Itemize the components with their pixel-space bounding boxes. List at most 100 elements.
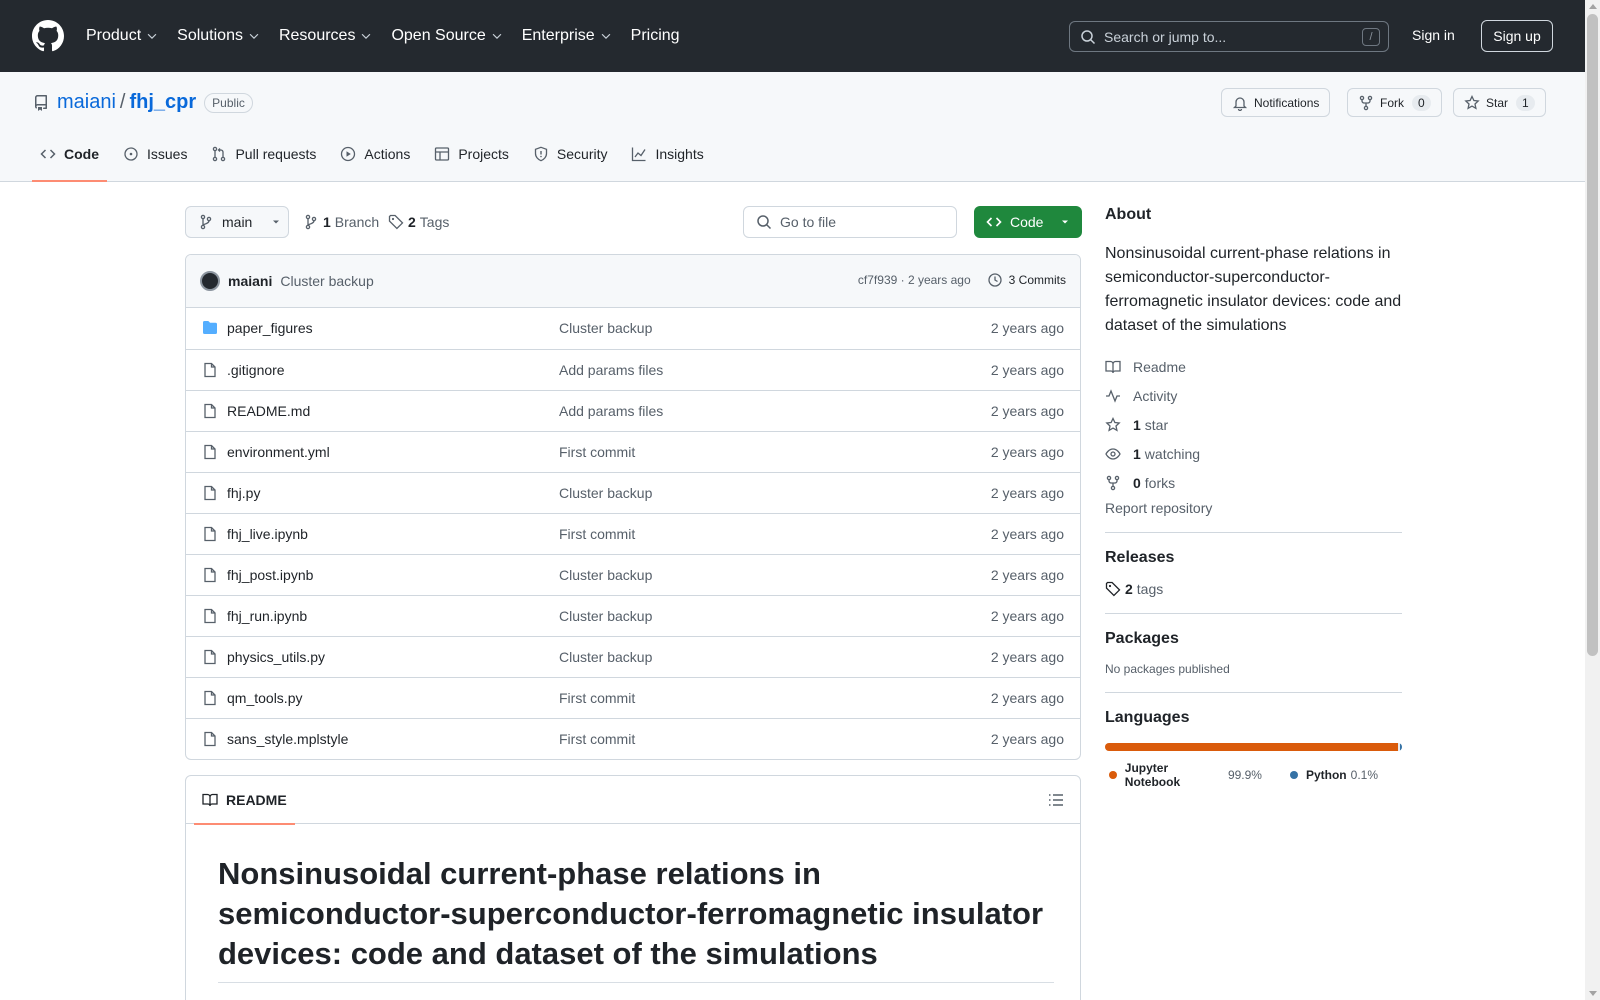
sign-up-button[interactable]: Sign up: [1481, 20, 1553, 52]
notifications-button[interactable]: Notifications: [1221, 88, 1331, 117]
file-commit-message-link[interactable]: First commit: [559, 731, 635, 747]
language-item[interactable]: Python 0.1%: [1286, 761, 1378, 789]
file-commit-message-link[interactable]: First commit: [559, 444, 635, 460]
file-name-link[interactable]: environment.yml: [227, 444, 330, 460]
file-commit-age: 2 years ago: [990, 403, 1064, 419]
book-icon: [1105, 360, 1121, 373]
file-commit-message-link[interactable]: Add params files: [559, 362, 663, 378]
stars-link[interactable]: 1 star: [1105, 410, 1402, 439]
activity-link[interactable]: Activity: [1105, 381, 1402, 410]
scroll-down-arrow-icon[interactable]: [1589, 991, 1597, 996]
tags-link[interactable]: 2 Tags: [388, 214, 449, 230]
book-icon: [202, 793, 218, 807]
nav-item-product[interactable]: Product: [86, 27, 159, 45]
table-of-contents-icon[interactable]: [1048, 792, 1064, 808]
file-name-link[interactable]: README.md: [227, 403, 310, 419]
packages-title[interactable]: Packages: [1105, 630, 1402, 648]
release-tags-count: 2: [1125, 581, 1133, 597]
branches-link[interactable]: 1 Branch: [303, 214, 379, 230]
forks-link[interactable]: 0 forks: [1105, 468, 1402, 497]
fork-label: Fork: [1380, 95, 1404, 110]
code-dropdown-button[interactable]: Code: [974, 206, 1082, 238]
file-icon: [204, 649, 216, 665]
nav-item-solutions[interactable]: Solutions: [177, 27, 261, 45]
file-name-link[interactable]: qm_tools.py: [227, 690, 302, 706]
readme-link[interactable]: Readme: [1105, 352, 1402, 381]
tag-icon: [388, 214, 404, 230]
eye-icon: [1105, 447, 1121, 460]
file-commit-message-link[interactable]: Cluster backup: [559, 567, 652, 583]
file-icon: [204, 567, 216, 583]
branch-count: 1: [323, 214, 331, 230]
star-button[interactable]: Star 1: [1453, 88, 1546, 117]
repo-toolbar: main 1 Branch 2 Tags Go to file Code: [185, 206, 1082, 238]
search-icon: [757, 215, 772, 230]
fork-count: 0: [1412, 94, 1431, 111]
sign-in-link[interactable]: Sign in: [1412, 27, 1455, 43]
language-item[interactable]: Jupyter Notebook 99.9%: [1105, 761, 1262, 789]
release-tags-link[interactable]: 2 tags: [1105, 581, 1402, 597]
branch-name: main: [222, 214, 253, 230]
tab-actions[interactable]: Actions: [332, 134, 418, 174]
tab-security[interactable]: Security: [525, 134, 616, 174]
notifications-label: Notifications: [1254, 95, 1320, 110]
tab-code[interactable]: Code: [32, 134, 107, 182]
nav-item-resources[interactable]: Resources: [279, 27, 373, 45]
file-name-link[interactable]: sans_style.mplstyle: [227, 731, 348, 747]
repo-owner-link[interactable]: maiani: [57, 91, 116, 114]
fork-button[interactable]: Fork 0: [1347, 88, 1442, 117]
file-name-link[interactable]: paper_figures: [227, 320, 313, 336]
file-name-link[interactable]: fhj_live.ipynb: [227, 526, 308, 542]
language-bar: [1105, 743, 1402, 751]
file-commit-message-link[interactable]: Cluster backup: [559, 649, 652, 665]
github-logo-icon[interactable]: [32, 20, 64, 52]
commit-message[interactable]: Cluster backup: [280, 273, 373, 289]
commit-author[interactable]: maiani: [228, 273, 272, 289]
global-search-input[interactable]: Search or jump to... /: [1069, 21, 1389, 52]
tab-projects[interactable]: Projects: [426, 134, 517, 174]
report-repository-link[interactable]: Report repository: [1105, 500, 1402, 516]
file-commit-message-link[interactable]: First commit: [559, 690, 635, 706]
file-name-link[interactable]: .gitignore: [227, 362, 285, 378]
go-to-file-input[interactable]: Go to file: [743, 206, 957, 238]
file-commit-message-link[interactable]: First commit: [559, 526, 635, 542]
language-legend: Jupyter Notebook 99.9% Python 0.1%: [1105, 761, 1402, 789]
scroll-up-arrow-icon[interactable]: [1589, 4, 1597, 9]
file-commit-message-link[interactable]: Cluster backup: [559, 608, 652, 624]
commit-hash-time[interactable]: cf7f939 · 2 years ago: [858, 273, 971, 287]
stars-label: star: [1144, 416, 1169, 433]
tab-pull-requests[interactable]: Pull requests: [203, 134, 324, 174]
search-placeholder: Search or jump to...: [1104, 28, 1227, 45]
watchers-link[interactable]: 1 watching: [1105, 439, 1402, 468]
repo-name-link[interactable]: fhj_cpr: [129, 91, 196, 114]
file-commit-message-link[interactable]: Add params files: [559, 403, 663, 419]
commits-link[interactable]: 3 Commits: [987, 272, 1066, 288]
file-row: physics_utils.py Cluster backup 2 years ag…: [186, 636, 1080, 677]
commit-meta: cf7f939 · 2 years ago 3 Commits: [858, 272, 1066, 288]
language-bar-segment: [1105, 743, 1398, 751]
global-header: Product Solutions Resources Open Source Ente…: [0, 0, 1585, 72]
file-name-link[interactable]: fhj_run.ipynb: [227, 608, 307, 624]
nav-item-open-source[interactable]: Open Source: [391, 27, 503, 45]
nav-item-pricing[interactable]: Pricing: [631, 27, 680, 45]
nav-item-label: Pricing: [630, 27, 680, 44]
tab-label: Security: [556, 146, 608, 162]
file-commit-message-link[interactable]: Cluster backup: [559, 485, 652, 501]
file-name-link[interactable]: fhj.py: [227, 485, 260, 501]
file-name-link[interactable]: fhj_post.ipynb: [227, 567, 313, 583]
file-table: maiani Cluster backup cf7f939 · 2 years …: [185, 254, 1081, 760]
releases-title[interactable]: Releases: [1105, 549, 1402, 567]
scrollbar-thumb[interactable]: [1587, 14, 1598, 656]
file-commit-message-link[interactable]: Cluster backup: [559, 320, 652, 336]
page-scrollbar[interactable]: [1585, 0, 1600, 1000]
branch-selector[interactable]: main: [185, 206, 289, 238]
readme-tab[interactable]: README: [194, 776, 295, 825]
caret-down-icon: [1062, 220, 1069, 224]
tab-issues[interactable]: Issues: [115, 134, 195, 174]
tab-insights[interactable]: Insights: [623, 134, 711, 174]
file-name-link[interactable]: physics_utils.py: [227, 649, 325, 665]
nav-item-enterprise[interactable]: Enterprise: [522, 27, 613, 45]
file-row: fhj_run.ipynb Cluster backup 2 years ago: [186, 595, 1080, 636]
avatar[interactable]: [200, 271, 220, 291]
file-icon: [204, 526, 216, 542]
